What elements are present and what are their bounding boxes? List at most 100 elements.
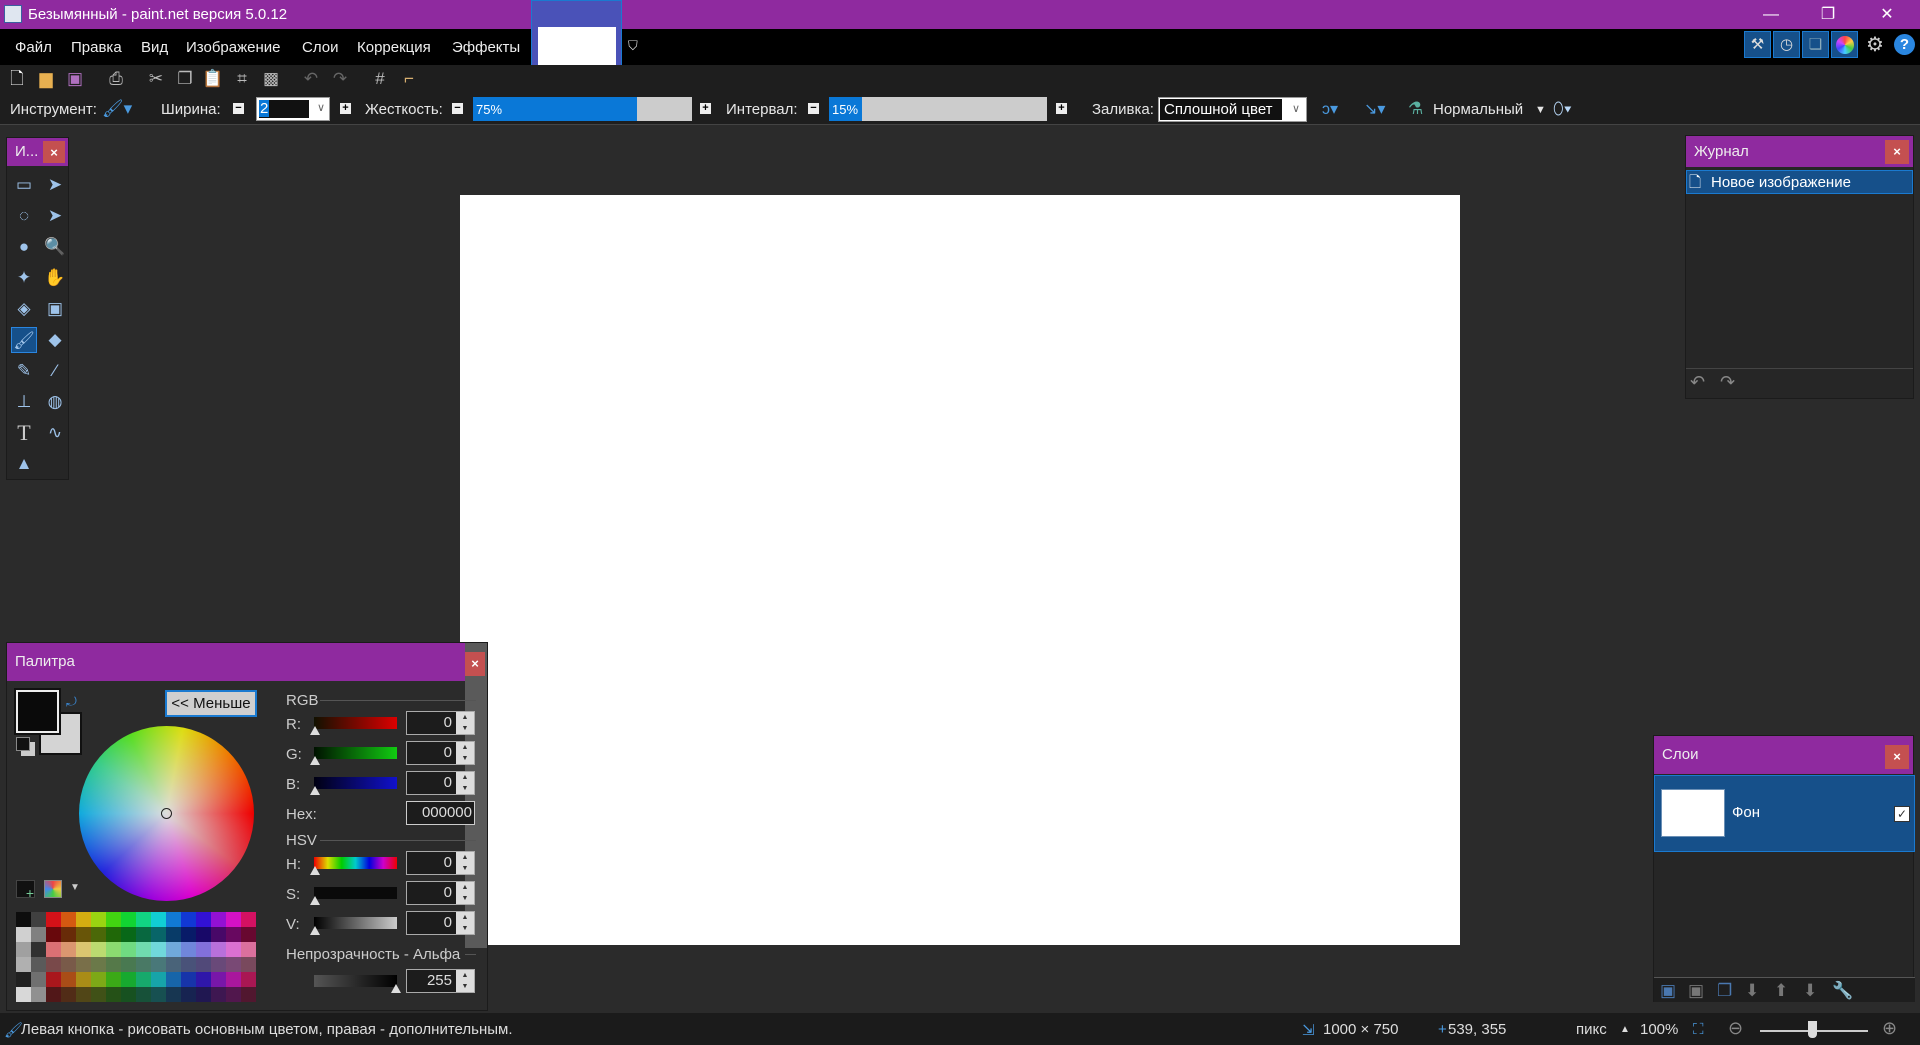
- palette-swatch[interactable]: [166, 957, 181, 972]
- palette-swatch[interactable]: [46, 927, 61, 942]
- saturation-slider-handle[interactable]: [310, 896, 320, 905]
- menu-image[interactable]: Изображение: [186, 39, 281, 56]
- add-color-to-palette-icon[interactable]: +: [16, 880, 35, 901]
- tool-shapes-icon[interactable]: ▲: [11, 451, 37, 477]
- hardness-decrease-button[interactable]: −: [452, 103, 463, 114]
- palette-swatch[interactable]: [31, 912, 46, 927]
- palette-swatch[interactable]: [46, 972, 61, 987]
- palette-swatch[interactable]: [61, 987, 76, 1002]
- width-increase-button[interactable]: +: [340, 103, 351, 114]
- deselect-icon[interactable]: ▩: [260, 69, 282, 89]
- palette-swatch[interactable]: [121, 912, 136, 927]
- redo-icon[interactable]: ↷: [329, 69, 351, 89]
- paintbrush-tool-dropdown-icon[interactable]: 🖌▾: [102, 99, 132, 119]
- palette-swatch[interactable]: [106, 972, 121, 987]
- palette-swatch[interactable]: [241, 912, 256, 927]
- interval-increase-button[interactable]: +: [1056, 103, 1067, 114]
- tool-ellipse-select-icon[interactable]: ●: [11, 234, 37, 260]
- zoom-level[interactable]: 100%: [1640, 1021, 1678, 1038]
- red-slider[interactable]: [314, 717, 397, 729]
- tool-zoom-icon[interactable]: 🔍: [42, 234, 68, 260]
- palette-swatch[interactable]: [61, 957, 76, 972]
- palette-swatch[interactable]: [181, 912, 196, 927]
- palette-swatch[interactable]: [136, 942, 151, 957]
- antialiasing-dropdown-icon[interactable]: ↄ▾: [1322, 99, 1338, 119]
- palette-swatch[interactable]: [166, 972, 181, 987]
- history-item[interactable]: 🗋 Новое изображение: [1686, 170, 1913, 194]
- palette-swatch[interactable]: [166, 927, 181, 942]
- tool-eraser-icon[interactable]: ◆: [42, 327, 68, 353]
- palette-swatch[interactable]: [136, 972, 151, 987]
- menu-adjustments[interactable]: Коррекция: [357, 39, 431, 56]
- fill-dropdown[interactable]: Сплошной цвет ∨: [1158, 97, 1307, 122]
- palette-swatch[interactable]: [31, 957, 46, 972]
- tool-paint-bucket-icon[interactable]: ◈: [11, 296, 37, 322]
- palette-swatch[interactable]: [241, 972, 256, 987]
- tool-lasso-select-icon[interactable]: ◌: [11, 203, 37, 229]
- palette-swatch[interactable]: [196, 927, 211, 942]
- paste-icon[interactable]: 📋: [202, 69, 224, 89]
- palette-swatch[interactable]: [31, 972, 46, 987]
- palette-swatch[interactable]: [151, 942, 166, 957]
- palette-swatch[interactable]: [196, 942, 211, 957]
- new-file-icon[interactable]: 🗋: [6, 69, 28, 89]
- hardness-slider[interactable]: 75%: [473, 97, 692, 121]
- image-canvas[interactable]: [460, 195, 1460, 945]
- palette-swatch[interactable]: [211, 987, 226, 1002]
- restore-button[interactable]: ❐: [1805, 0, 1851, 29]
- palette-swatch[interactable]: [16, 957, 31, 972]
- alpha-input[interactable]: 255 ▲ ▼: [406, 969, 475, 993]
- hue-input[interactable]: 0 ▲ ▼: [406, 851, 475, 875]
- blue-spinner[interactable]: ▲ ▼: [456, 772, 474, 794]
- menu-view[interactable]: Вид: [141, 39, 168, 56]
- units-dropdown[interactable]: пикс: [1576, 1021, 1607, 1038]
- zoom-in-icon[interactable]: ⊕: [1882, 1018, 1897, 1039]
- palette-swatch[interactable]: [91, 987, 106, 1002]
- palette-swatch[interactable]: [151, 927, 166, 942]
- palette-swatch[interactable]: [31, 942, 46, 957]
- green-slider[interactable]: [314, 747, 397, 759]
- palette-swatch[interactable]: [136, 987, 151, 1002]
- menu-file[interactable]: Файл: [15, 39, 52, 56]
- palette-menu-icon[interactable]: [44, 880, 62, 898]
- palette-swatch[interactable]: [61, 912, 76, 927]
- menu-layers[interactable]: Слои: [302, 39, 338, 56]
- red-slider-handle[interactable]: [310, 726, 320, 735]
- value-slider-handle[interactable]: [310, 926, 320, 935]
- palette-swatch[interactable]: [76, 912, 91, 927]
- history-undo-icon[interactable]: ↶: [1690, 372, 1705, 393]
- palette-swatch[interactable]: [16, 942, 31, 957]
- add-layer-icon[interactable]: ▣: [1660, 981, 1676, 1001]
- hue-spinner[interactable]: ▲ ▼: [456, 852, 474, 874]
- palette-swatch[interactable]: [211, 972, 226, 987]
- swap-colors-icon[interactable]: ⤾: [66, 694, 77, 710]
- color-wheel[interactable]: [79, 726, 254, 901]
- palette-swatch[interactable]: [136, 927, 151, 942]
- palette-swatch[interactable]: [181, 987, 196, 1002]
- open-file-icon[interactable]: ▆: [35, 69, 57, 89]
- blue-slider-handle[interactable]: [310, 786, 320, 795]
- zoom-out-icon[interactable]: ⊖: [1728, 1018, 1743, 1039]
- palette-swatch[interactable]: [211, 942, 226, 957]
- move-layer-up-icon[interactable]: ⬆: [1774, 981, 1788, 1001]
- hue-slider[interactable]: [314, 857, 397, 869]
- tools-panel-close-button[interactable]: ×: [43, 141, 65, 163]
- palette-swatch[interactable]: [106, 942, 121, 957]
- tool-pencil-icon[interactable]: ✎: [11, 358, 37, 384]
- history-window-toggle-icon[interactable]: ◷: [1773, 31, 1800, 58]
- tool-text-icon[interactable]: T: [11, 420, 37, 446]
- width-decrease-button[interactable]: −: [233, 103, 244, 114]
- palette-swatch[interactable]: [196, 987, 211, 1002]
- palette-swatch[interactable]: [91, 927, 106, 942]
- alpha-slider-handle[interactable]: [391, 984, 401, 993]
- units-chevron-icon[interactable]: ▲: [1620, 1024, 1630, 1035]
- tool-line-curve-icon[interactable]: ∿: [42, 420, 68, 446]
- saturation-spinner[interactable]: ▲ ▼: [456, 882, 474, 904]
- palette-swatch[interactable]: [226, 972, 241, 987]
- interval-slider[interactable]: 15%: [829, 97, 1047, 121]
- palette-swatch[interactable]: [181, 942, 196, 957]
- hue-slider-handle[interactable]: [310, 866, 320, 875]
- blend-mode-chevron-icon[interactable]: ▼: [1535, 104, 1546, 116]
- minimize-button[interactable]: —: [1748, 0, 1794, 29]
- palette-swatch[interactable]: [181, 957, 196, 972]
